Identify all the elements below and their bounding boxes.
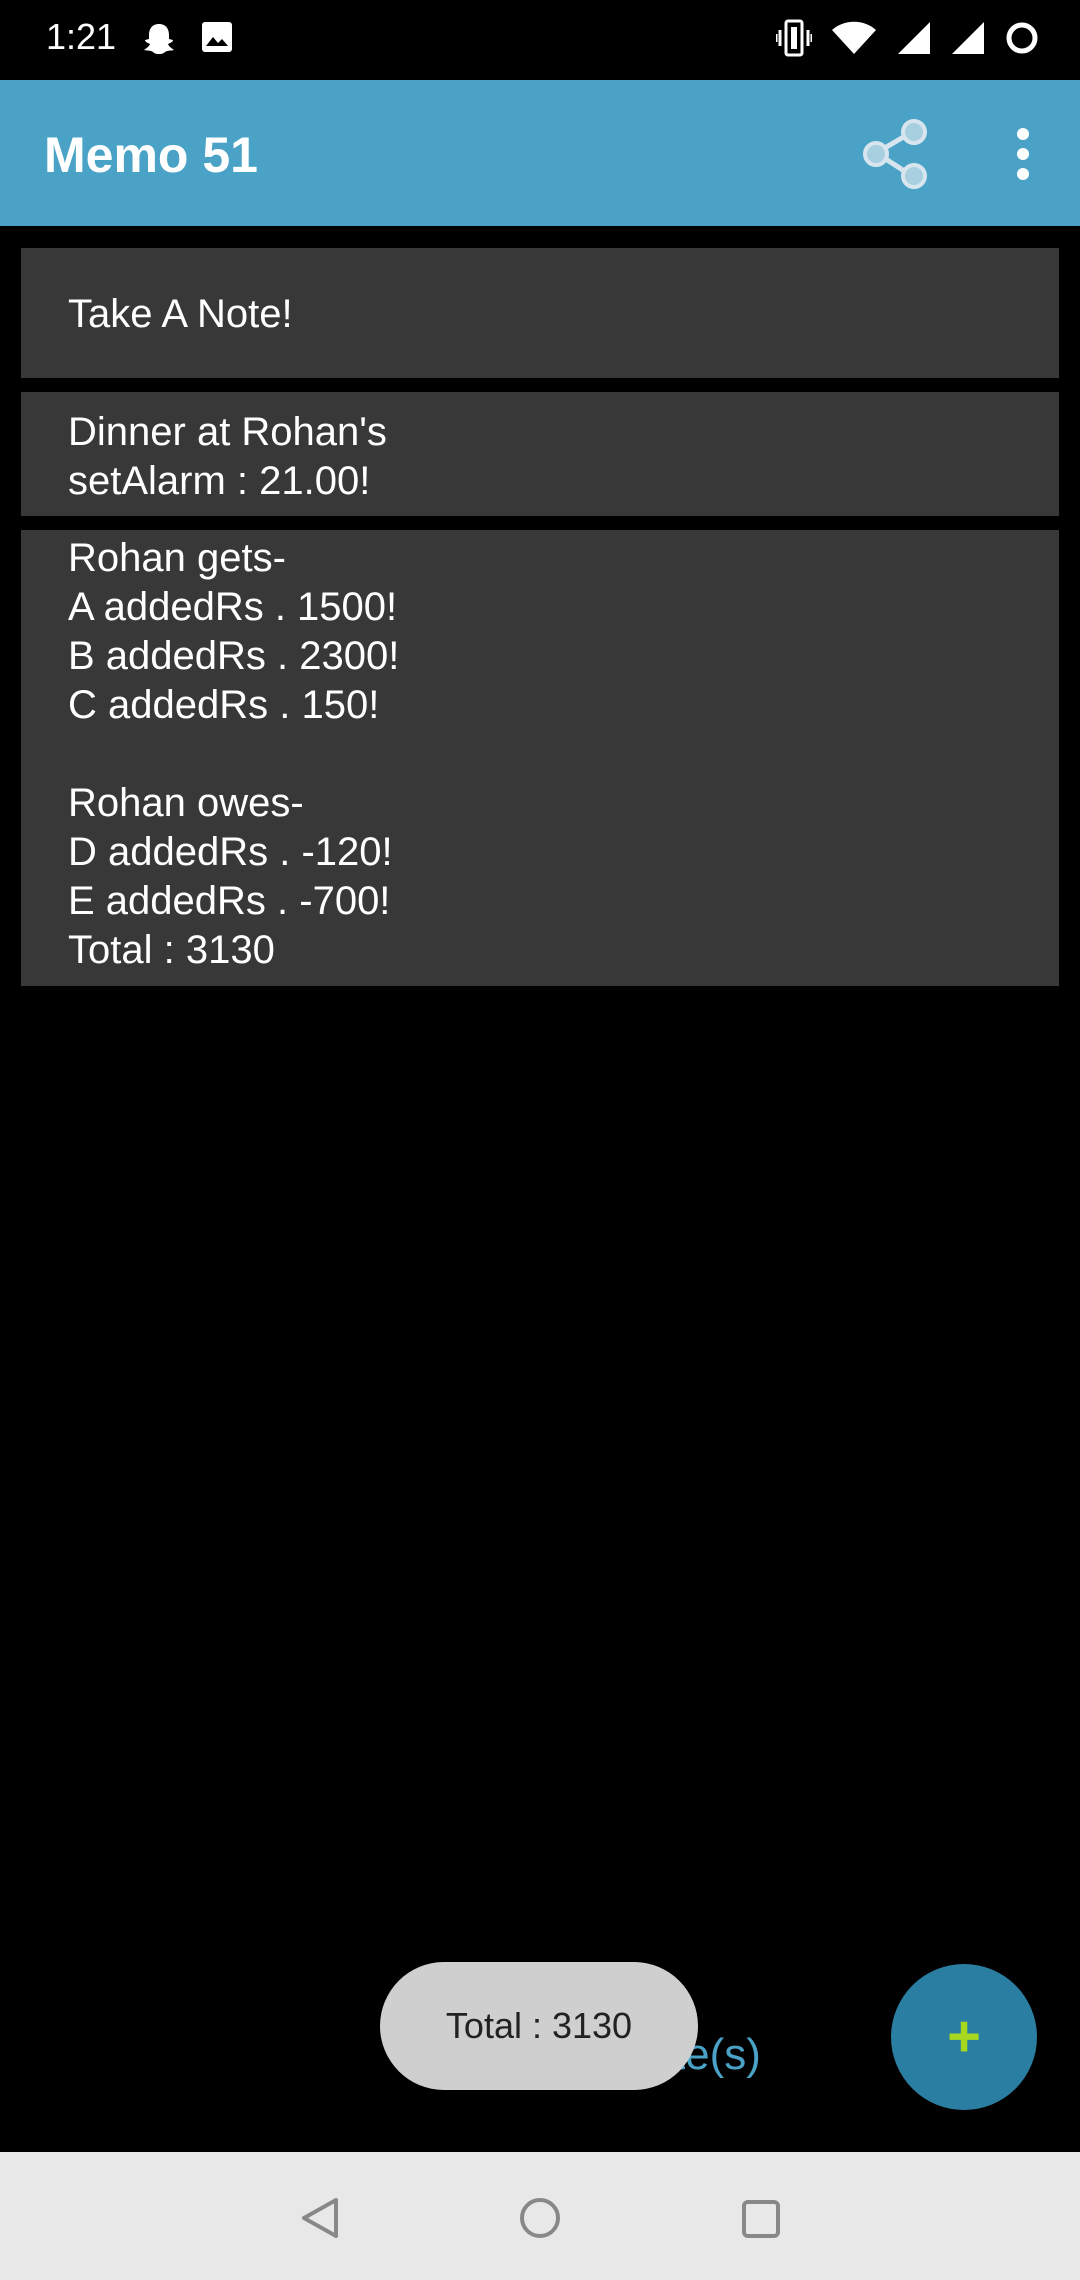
status-right-icons [776, 18, 1040, 58]
note-item[interactable]: Take A Note! [21, 248, 1059, 378]
status-left-icons [140, 20, 234, 58]
note-item[interactable]: Dinner at Rohan's setAlarm : 21.00! [21, 392, 1059, 516]
navigation-bar [0, 2152, 1080, 2280]
divider [26, 516, 1054, 530]
share-button[interactable] [858, 116, 934, 192]
home-icon[interactable] [518, 2196, 562, 2240]
more-vert-icon [1017, 128, 1029, 180]
divider [26, 378, 1054, 392]
snapchat-icon [144, 24, 174, 54]
add-note-button[interactable]: + [891, 1964, 1037, 2110]
notes-list: Take A Note! Dinner at Rohan's setAlarm … [21, 248, 1059, 986]
note-item[interactable]: Rohan gets- A addedRs . 1500! B addedRs … [21, 530, 1059, 986]
share-icon [863, 119, 927, 189]
signal-icon [898, 22, 930, 54]
circle-icon [1006, 22, 1038, 54]
signal-icon [952, 22, 984, 54]
image-icon [202, 22, 232, 52]
status-time: 1:21 [46, 16, 117, 57]
wifi-icon [832, 21, 876, 54]
toast-message: Total : 3130 [380, 1962, 698, 2090]
status-bar: 1:21 [0, 0, 1080, 80]
recents-icon[interactable] [740, 2198, 782, 2240]
more-options-button[interactable] [1000, 124, 1046, 184]
plus-icon: + [947, 2004, 981, 2069]
back-icon[interactable] [298, 2196, 342, 2240]
app-title: Memo 51 [44, 127, 258, 183]
vibrate-icon [776, 19, 812, 57]
